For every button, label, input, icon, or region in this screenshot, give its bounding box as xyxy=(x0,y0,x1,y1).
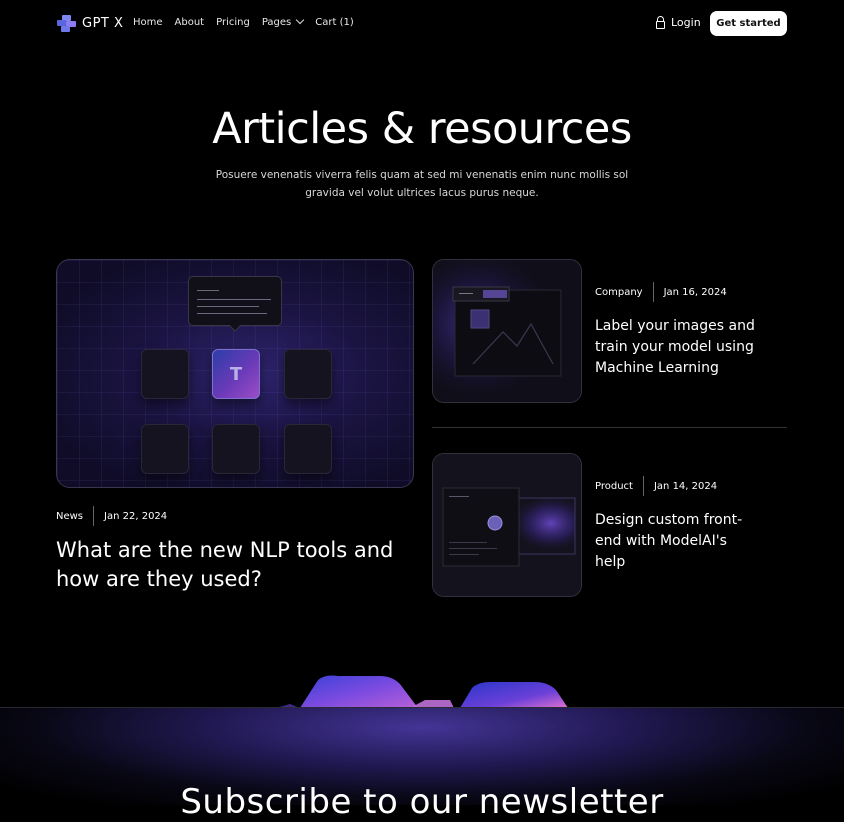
article-image[interactable] xyxy=(432,259,582,403)
login-label: Login xyxy=(671,16,701,29)
brand-logo[interactable]: GPT X xyxy=(57,15,123,32)
get-started-button[interactable]: Get started xyxy=(710,11,787,36)
article-date: Jan 22, 2024 xyxy=(104,510,168,522)
front-end-illustration xyxy=(433,454,581,596)
nav-link-pages[interactable]: Pages xyxy=(261,15,305,28)
logo-icon xyxy=(57,15,76,32)
article-meta: Company Jan 16, 2024 xyxy=(595,282,727,302)
login-link[interactable]: Login xyxy=(656,15,701,29)
nav-link-pages-label: Pages xyxy=(261,17,292,28)
tile-highlighted: T xyxy=(212,349,260,399)
article-divider xyxy=(432,427,787,428)
top-navigation: GPT X Home About Pricing Pages Cart (1) … xyxy=(0,0,844,48)
featured-article-title[interactable]: What are the new NLP tools and how are t… xyxy=(56,536,416,594)
page-subtitle: Posuere venenatis viverra felis quam at … xyxy=(215,169,629,199)
tile xyxy=(212,424,260,474)
article-date: Jan 16, 2024 xyxy=(663,286,727,298)
article-category[interactable]: News xyxy=(56,511,83,522)
article-meta: Product Jan 14, 2024 xyxy=(595,476,717,496)
featured-article-meta: News Jan 22, 2024 xyxy=(56,506,167,526)
article-title[interactable]: Design custom front-end with ModelAI's h… xyxy=(595,510,755,573)
tile xyxy=(141,424,189,474)
brand-name: GPT X xyxy=(82,16,124,31)
tile xyxy=(284,349,332,399)
tooltip-illustration xyxy=(188,276,282,326)
article-title[interactable]: Label your images and train your model u… xyxy=(595,316,785,379)
nav-link-cart[interactable]: Cart (1) xyxy=(315,17,354,28)
meta-divider xyxy=(652,282,654,302)
tile-letter: T xyxy=(229,363,243,385)
tile xyxy=(141,349,189,399)
article-category[interactable]: Company xyxy=(595,287,643,298)
tile xyxy=(284,424,332,474)
nav-link-about[interactable]: About xyxy=(175,17,205,28)
lock-icon xyxy=(656,15,665,29)
decorative-3d-shapes xyxy=(276,675,568,708)
article-date: Jan 14, 2024 xyxy=(653,480,718,492)
chevron-down-icon xyxy=(296,15,305,25)
article-image[interactable] xyxy=(432,453,582,597)
page-title: Articles & resources xyxy=(212,104,632,154)
nav-link-pricing[interactable]: Pricing xyxy=(216,17,250,28)
newsletter-title: Subscribe to our newsletter xyxy=(180,782,664,822)
nav-link-home[interactable]: Home xyxy=(133,17,163,28)
meta-divider xyxy=(642,476,644,496)
nav-links: Home About Pricing Pages Cart (1) xyxy=(133,15,354,28)
featured-article-image[interactable]: T xyxy=(56,259,414,488)
meta-divider xyxy=(93,506,95,526)
article-category[interactable]: Product xyxy=(595,481,633,492)
image-placeholder-illustration xyxy=(433,260,581,402)
